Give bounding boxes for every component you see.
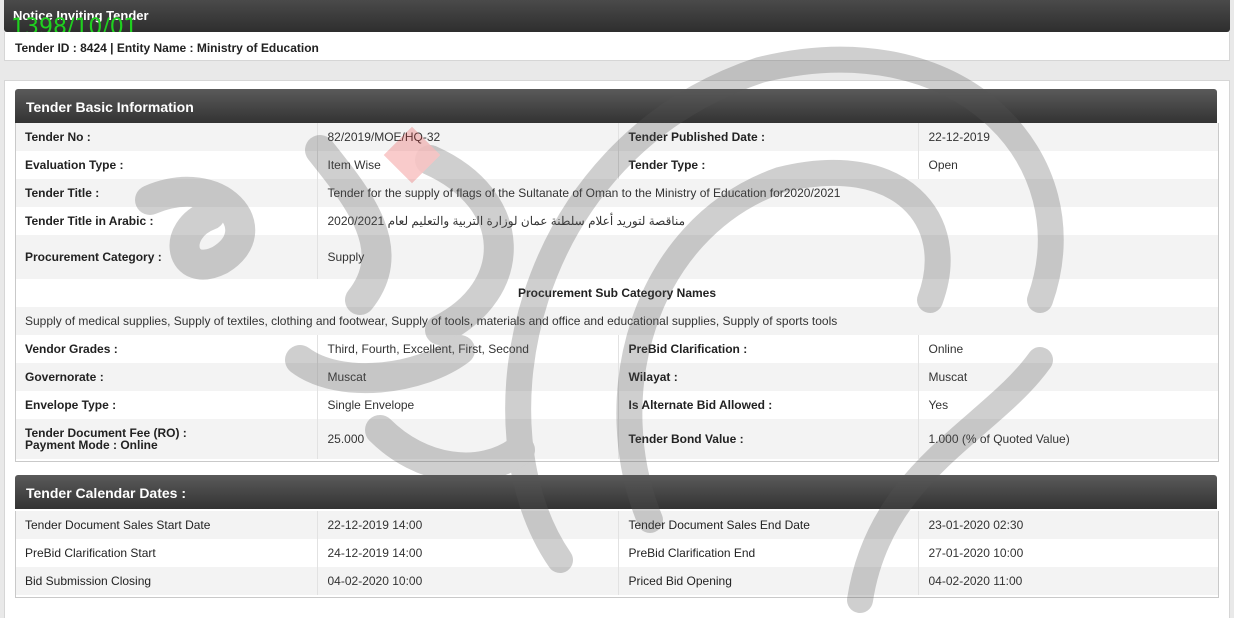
tender-title-value: Tender for the supply of flags of the Su… <box>317 179 1219 207</box>
table-row: Governorate : Muscat Wilayat : Muscat <box>15 363 1219 391</box>
table-row: Evaluation Type : Item Wise Tender Type … <box>15 151 1219 179</box>
table-row: Tender Title in Arabic : مناقصة لتوريد أ… <box>15 207 1219 235</box>
notice-header-bar: Notice Inviting Tender <box>4 0 1230 32</box>
tender-title-label: Tender Title : <box>15 179 318 207</box>
calendar-value: 27-01-2020 10:00 <box>918 539 1219 567</box>
governorate-label: Governorate : <box>15 363 318 391</box>
sub-category-list: Supply of medical supplies, Supply of te… <box>15 307 1219 335</box>
vendor-grades-value: Third, Fourth, Excellent, First, Second <box>317 335 619 363</box>
table-row: Procurement Sub Category Names <box>15 279 1219 307</box>
calendar-header: Tender Calendar Dates : <box>15 475 1217 509</box>
envelope-type-label: Envelope Type : <box>15 391 318 419</box>
table-row: Envelope Type : Single Envelope Is Alter… <box>15 391 1219 419</box>
basic-info-title: Tender Basic Information <box>26 99 194 115</box>
basic-info-header: Tender Basic Information <box>15 89 1217 123</box>
published-date-label: Tender Published Date : <box>618 123 919 151</box>
wilayat-value: Muscat <box>918 363 1219 391</box>
calendar-value: 24-12-2019 14:00 <box>317 539 619 567</box>
tender-type-value: Open <box>918 151 1219 179</box>
tender-title-arabic-value: مناقصة لتوريد أعلام سلطنة عمان لوزارة ال… <box>317 207 1219 235</box>
alternate-bid-label: Is Alternate Bid Allowed : <box>618 391 919 419</box>
table-row: PreBid Clarification Start 24-12-2019 14… <box>15 539 1219 567</box>
calendar-value: 22-12-2019 14:00 <box>317 511 619 539</box>
calendar-label: Priced Bid Opening <box>618 567 919 595</box>
calendar-table: Tender Document Sales Start Date 22-12-2… <box>15 511 1219 595</box>
tender-no-value: 82/2019/MOE/HQ-32 <box>317 123 619 151</box>
basic-info-table: Tender No : 82/2019/MOE/HQ-32 Tender Pub… <box>15 123 1219 459</box>
table-row: Procurement Category : Supply <box>15 235 1219 279</box>
payment-mode-label: Payment Mode : Online <box>25 438 158 452</box>
procurement-category-label: Procurement Category : <box>15 235 318 279</box>
tender-type-label: Tender Type : <box>618 151 919 179</box>
tender-no-label: Tender No : <box>15 123 318 151</box>
calendar-label: PreBid Clarification Start <box>15 539 318 567</box>
tender-title-arabic-label: Tender Title in Arabic : <box>15 207 318 235</box>
table-row: Vendor Grades : Third, Fourth, Excellent… <box>15 335 1219 363</box>
table-row: Supply of medical supplies, Supply of te… <box>15 307 1219 335</box>
table-row: Bid Submission Closing 04-02-2020 10:00 … <box>15 567 1219 595</box>
table-row: Tender Title : Tender for the supply of … <box>15 179 1219 207</box>
prebid-clarification-label: PreBid Clarification : <box>618 335 919 363</box>
bond-value-value: 1.000 (% of Quoted Value) <box>918 419 1219 459</box>
tender-id-text: Tender ID : 8424 | Entity Name : Ministr… <box>15 41 319 55</box>
calendar-label: Bid Submission Closing <box>15 567 318 595</box>
envelope-type-value: Single Envelope <box>317 391 619 419</box>
calendar-label: PreBid Clarification End <box>618 539 919 567</box>
calendar-title: Tender Calendar Dates : <box>26 485 187 501</box>
calendar-label: Tender Document Sales Start Date <box>15 511 318 539</box>
calendar-value: 04-02-2020 11:00 <box>918 567 1219 595</box>
bond-value-label: Tender Bond Value : <box>618 419 919 459</box>
tender-id-strip: Tender ID : 8424 | Entity Name : Ministr… <box>4 32 1230 61</box>
alternate-bid-value: Yes <box>918 391 1219 419</box>
table-row: Tender No : 82/2019/MOE/HQ-32 Tender Pub… <box>15 123 1219 151</box>
governorate-value: Muscat <box>317 363 619 391</box>
table-row: Tender Document Fee (RO) : Payment Mode … <box>15 419 1219 459</box>
published-date-value: 22-12-2019 <box>918 123 1219 151</box>
vendor-grades-label: Vendor Grades : <box>15 335 318 363</box>
prebid-clarification-value: Online <box>918 335 1219 363</box>
calendar-label: Tender Document Sales End Date <box>618 511 919 539</box>
calendar-value: 04-02-2020 10:00 <box>317 567 619 595</box>
procurement-category-value: Supply <box>317 235 1219 279</box>
tender-details-panel: Tender Basic Information Tender No : 82/… <box>4 80 1230 618</box>
sub-category-heading: Procurement Sub Category Names <box>15 279 1219 307</box>
evaluation-type-label: Evaluation Type : <box>15 151 318 179</box>
evaluation-type-value: Item Wise <box>317 151 619 179</box>
document-fee-cell: Tender Document Fee (RO) : Payment Mode … <box>15 419 318 459</box>
document-fee-value: 25.000 <box>317 419 619 459</box>
calendar-value: 23-01-2020 02:30 <box>918 511 1219 539</box>
wilayat-label: Wilayat : <box>618 363 919 391</box>
table-row: Tender Document Sales Start Date 22-12-2… <box>15 511 1219 539</box>
